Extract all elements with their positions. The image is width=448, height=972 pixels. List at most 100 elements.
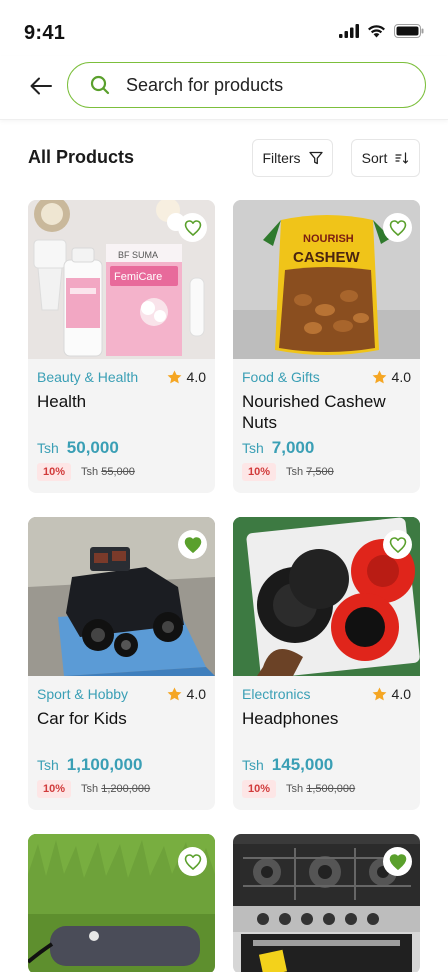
price-currency: Tsh [242, 757, 264, 773]
product-card[interactable]: Sport & Hobby 4.0 Car for Kids Tsh 1,100… [28, 517, 215, 810]
wifi-icon [368, 25, 385, 38]
product-price: 145,000 [271, 755, 334, 774]
search-placeholder: Search for products [126, 74, 284, 95]
search-icon [90, 74, 112, 96]
favorite-button[interactable] [383, 530, 412, 559]
rating-value: 4.0 [391, 369, 411, 385]
product-rating: 4.0 [167, 686, 206, 702]
filters-button[interactable]: Filters [252, 139, 333, 177]
heart-filled-icon [389, 853, 406, 870]
product-grid: BF SUMA FemiCare Beauty & Health 4.0 Hea… [28, 200, 420, 972]
heart-outline-icon [184, 219, 201, 236]
old-price: Tsh 1,500,000 [286, 783, 355, 795]
old-price-currency: Tsh [286, 783, 304, 795]
product-name: Car for Kids [37, 709, 127, 728]
svg-text:CASHEW: CASHEW [293, 249, 361, 266]
product-rating: 4.0 [372, 369, 411, 385]
price-row: Tsh 7,000 [242, 438, 314, 458]
discount-badge: 10% [37, 780, 72, 798]
old-price-currency: Tsh [81, 783, 99, 795]
product-rating: 4.0 [372, 686, 411, 702]
status-bar: 9:41 [0, 0, 448, 56]
product-image-headphones [233, 517, 420, 676]
favorite-button[interactable] [178, 847, 207, 876]
heart-outline-icon [389, 219, 406, 236]
discount-row: 10% Tsh 1,200,000 [37, 780, 150, 798]
old-price-value: 1,500,000 [306, 783, 356, 795]
signal-icon [339, 24, 359, 38]
product-category: Beauty & Health [37, 369, 139, 385]
arrow-left-icon [30, 77, 52, 95]
product-card[interactable]: BF SUMA FemiCare Beauty & Health 4.0 Hea… [28, 200, 215, 493]
favorite-button[interactable] [383, 847, 412, 876]
sort-icon [395, 152, 409, 164]
favorite-button[interactable] [178, 213, 207, 242]
price-row: Tsh 145,000 [242, 755, 333, 775]
section-title: All Products [28, 147, 135, 167]
price-row: Tsh 1,100,000 [37, 755, 142, 775]
svg-text:FemiCare: FemiCare [114, 271, 162, 283]
product-image-femicare: BF SUMA FemiCare [28, 200, 215, 359]
product-card[interactable] [233, 834, 420, 972]
star-icon [372, 687, 386, 701]
product-price: 50,000 [66, 438, 119, 457]
product-card[interactable]: NOURISH CASHEW Food & Gifts 4.0 Nourishe… [233, 200, 420, 493]
battery-icon [394, 24, 424, 38]
product-card[interactable] [28, 834, 215, 972]
sort-label: Sort [361, 150, 388, 166]
product-category: Electronics [242, 686, 311, 702]
old-price: Tsh 7,500 [286, 466, 334, 478]
svg-text:BF SUMA: BF SUMA [118, 250, 158, 260]
discount-row: 10% Tsh 1,500,000 [242, 780, 355, 798]
discount-badge: 10% [242, 780, 277, 798]
back-button[interactable] [26, 72, 56, 100]
favorite-button[interactable] [383, 213, 412, 242]
product-image-kids-car [28, 517, 215, 676]
product-image-grass-device [28, 834, 215, 972]
rating-value: 4.0 [391, 686, 411, 702]
old-price-currency: Tsh [81, 466, 99, 478]
product-rating: 4.0 [167, 369, 206, 385]
favorite-button[interactable] [178, 530, 207, 559]
old-price: Tsh 55,000 [81, 466, 135, 478]
price-currency: Tsh [242, 440, 264, 456]
star-icon [372, 370, 386, 384]
heart-filled-icon [184, 536, 201, 553]
filter-icon [308, 151, 323, 165]
svg-text:NOURISH: NOURISH [303, 233, 354, 245]
product-price: 1,100,000 [66, 755, 143, 774]
status-icons [339, 24, 424, 38]
header: Search for products [0, 56, 448, 120]
product-price: 7,000 [271, 438, 315, 457]
price-currency: Tsh [37, 440, 59, 456]
old-price-value: 7,500 [306, 466, 334, 478]
product-name: Headphones [242, 709, 339, 728]
discount-badge: 10% [37, 463, 72, 481]
heart-outline-icon [389, 536, 406, 553]
star-icon [167, 687, 181, 701]
heart-outline-icon [184, 853, 201, 870]
status-time: 9:41 [24, 22, 66, 44]
product-image-gas-cooker [233, 834, 420, 972]
price-row: Tsh 50,000 [37, 438, 119, 458]
product-name: Health [37, 392, 87, 411]
old-price: Tsh 1,200,000 [81, 783, 150, 795]
discount-row: 10% Tsh 7,500 [242, 463, 334, 481]
old-price-value: 55,000 [101, 466, 135, 478]
discount-row: 10% Tsh 55,000 [37, 463, 135, 481]
old-price-currency: Tsh [286, 466, 304, 478]
price-currency: Tsh [37, 757, 59, 773]
rating-value: 4.0 [186, 686, 206, 702]
product-category: Food & Gifts [242, 369, 320, 385]
product-image-cashew: NOURISH CASHEW [233, 200, 420, 359]
product-name: Nourished Cashew Nuts [242, 392, 386, 432]
old-price-value: 1,200,000 [101, 783, 151, 795]
filters-label: Filters [262, 150, 301, 166]
sort-button[interactable]: Sort [351, 139, 420, 177]
product-category: Sport & Hobby [37, 686, 129, 702]
star-icon [167, 370, 181, 384]
rating-value: 4.0 [186, 369, 206, 385]
discount-badge: 10% [242, 463, 277, 481]
search-input[interactable]: Search for products [67, 62, 426, 108]
product-card[interactable]: Electronics 4.0 Headphones Tsh 145,000 1… [233, 517, 420, 810]
